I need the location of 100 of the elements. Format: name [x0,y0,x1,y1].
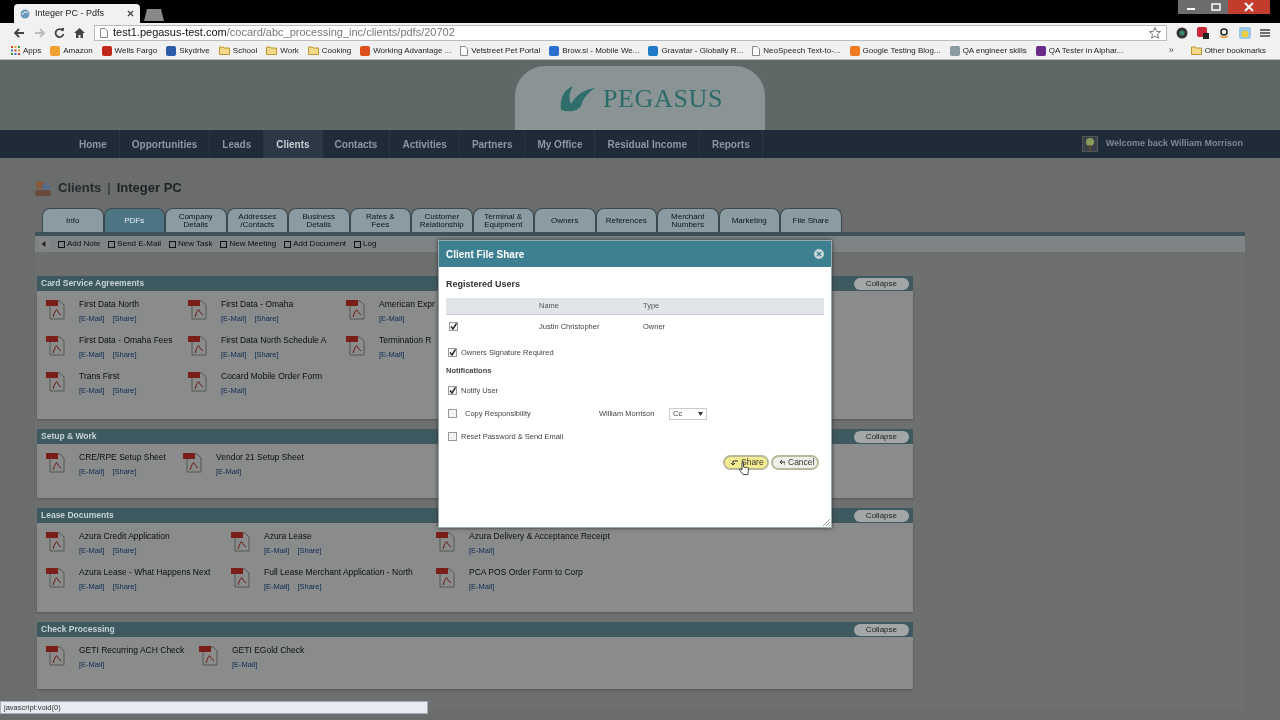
bookmark-link[interactable]: Google Testing Blog... [862,44,941,57]
bookmark-link[interactable]: Gravatar - Globally R... [661,44,744,57]
pdf-file-icon[interactable] [45,451,67,473]
nav-item[interactable]: My Office [525,130,596,158]
back-icon[interactable] [14,27,25,38]
nav-item[interactable]: Contacts [322,130,391,158]
site-favicon-icon[interactable] [166,45,177,56]
site-favicon-icon[interactable] [360,45,371,56]
site-favicon-icon[interactable] [1035,45,1046,56]
record-tab[interactable]: Customer Relationship [411,208,473,232]
bookmark-link[interactable]: Wells Fargo [114,44,158,57]
document-title[interactable]: First Data North Schedule A [221,334,327,347]
action-link[interactable]: Log [363,238,377,250]
action-icon[interactable] [58,240,65,248]
document-title[interactable]: Termination R [379,334,432,347]
record-tab[interactable]: Addresses /Contacts [226,208,288,232]
bookmark-link[interactable]: Cooking [321,44,352,57]
minimize-icon[interactable] [1178,0,1204,14]
close-icon[interactable] [127,10,134,17]
action-link[interactable]: Add Note [67,238,101,250]
reload-icon[interactable] [54,27,65,38]
bookmark-link[interactable]: QA engineer skills [962,44,1027,57]
pdf-file-icon[interactable] [198,644,220,666]
pdf-file-icon[interactable] [345,298,367,320]
extension-icon[interactable] [1176,26,1188,39]
document-title[interactable]: Trans First [79,370,137,383]
nav-item[interactable]: Opportunities [119,130,211,158]
back-circle-icon[interactable] [38,238,50,250]
pdf-file-icon[interactable] [182,451,204,473]
collapse-button[interactable]: Collapse [853,623,909,636]
record-tab[interactable]: PDFs [103,208,165,232]
share-button[interactable]: Share [723,455,769,470]
document-title[interactable]: Azura Credit Application [79,530,170,543]
folder-icon[interactable] [1190,46,1202,55]
checkbox[interactable] [448,386,457,395]
bookmarks-overflow[interactable]: » [1168,43,1174,58]
site-favicon-icon[interactable] [101,45,112,56]
action-icon[interactable] [168,240,176,248]
bookmark-link[interactable]: Work [280,44,299,57]
document-title[interactable]: Azura Delivery & Acceptance Receipt [469,530,610,543]
document-title[interactable]: American Expr [379,298,435,311]
nav-item[interactable]: Residual Income [595,130,700,158]
collapse-button[interactable]: Collapse [853,509,909,522]
apps-grid-icon[interactable] [11,46,20,55]
nav-item[interactable]: Activities [390,130,460,158]
pdf-file-icon[interactable] [230,566,252,588]
folder-icon[interactable] [307,46,319,55]
close-icon[interactable] [1228,0,1270,14]
action-link[interactable]: New Task [177,238,213,250]
pdf-file-icon[interactable] [435,530,457,552]
record-tab[interactable]: Rates & Fees [349,208,411,232]
pdf-file-icon[interactable] [187,334,209,356]
pdf-file-icon[interactable] [435,566,457,588]
pdf-file-icon[interactable] [187,370,209,392]
bookmark-link[interactable]: NeoSpeech Text-to-... [763,44,841,57]
browser-tab[interactable]: Integer PC - Pdfs [14,4,140,23]
action-icon[interactable] [220,240,228,248]
pdf-file-icon[interactable] [45,566,67,588]
bookmark-link[interactable]: Vetstreet Pet Portal [471,44,541,57]
menu-icon[interactable] [1260,27,1270,38]
document-title[interactable]: Full Lease Merchant Application - North [264,566,413,579]
record-tab[interactable]: Info [42,208,104,232]
action-icon[interactable] [108,240,116,248]
document-title[interactable]: First Data - Omaha [221,298,294,311]
page-icon[interactable] [460,45,469,56]
action-icon[interactable] [284,240,292,248]
folder-icon[interactable] [218,46,230,55]
record-tab[interactable]: Terminal & Equipment [472,208,534,232]
checkbox[interactable] [448,409,457,418]
document-title[interactable]: PCA POS Order Form to Corp [469,566,583,579]
checkbox[interactable] [448,432,457,441]
collapse-button[interactable]: Collapse [853,277,909,290]
pdf-file-icon[interactable] [45,530,67,552]
document-title[interactable]: Azura Lease [264,530,322,543]
action-link[interactable]: Send E-Mail [117,238,161,250]
action-link[interactable]: New Meeting [229,238,277,250]
home-icon[interactable] [74,27,85,38]
site-favicon-icon[interactable] [549,45,560,56]
checkbox[interactable] [449,322,458,331]
record-tab[interactable]: Owners [534,208,596,232]
pdf-file-icon[interactable] [45,298,67,320]
pdf-file-icon[interactable] [187,298,209,320]
new-tab-icon[interactable] [144,9,164,21]
bookmark-link[interactable]: Other bookmarks [1204,44,1266,57]
checkbox[interactable] [448,347,457,357]
record-tab[interactable]: Company Details [165,208,227,232]
resize-grip-icon[interactable] [822,518,830,526]
nav-item[interactable]: Clients [264,130,323,158]
bookmark-link[interactable]: Skydrive [179,44,210,57]
pdf-file-icon[interactable] [45,334,67,356]
cancel-button[interactable]: Cancel [771,455,819,470]
site-favicon-icon[interactable] [648,45,659,56]
bookmark-link[interactable]: Brow.si - Mobile We... [562,44,640,57]
record-tab[interactable]: Marketing [718,208,780,232]
bookmark-link[interactable]: Amazon [63,44,93,57]
pdf-file-icon[interactable] [230,530,252,552]
extension-icon[interactable] [1218,26,1230,39]
pdf-file-icon[interactable] [45,644,67,666]
pdf-file-icon[interactable] [45,370,67,392]
record-tab[interactable]: References [595,208,657,232]
